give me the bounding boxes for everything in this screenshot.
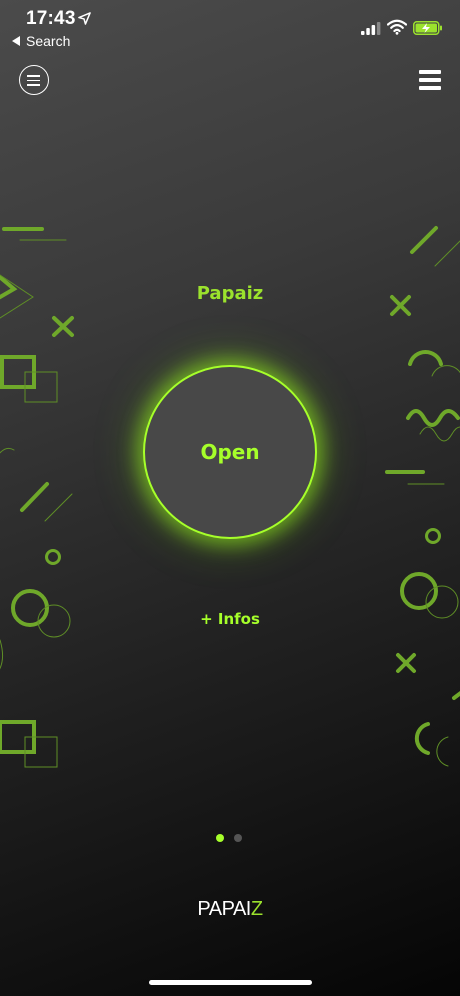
status-time: 17:43 xyxy=(26,8,76,29)
wifi-icon xyxy=(387,19,407,35)
page-dot-inactive[interactable] xyxy=(234,834,242,842)
back-link-label: Search xyxy=(26,33,71,49)
papaiz-logo: PAPAIZ xyxy=(0,898,460,921)
app-screen: 17:43 Search Papaiz Open + Infos PAPAIZ xyxy=(0,0,460,996)
battery-charging-icon xyxy=(413,21,442,35)
menu-circle-icon[interactable] xyxy=(19,65,49,95)
logo-text-accent: Z xyxy=(250,898,263,920)
location-arrow-icon xyxy=(78,12,91,25)
page-indicator xyxy=(216,834,242,843)
status-bar: 17:43 Search xyxy=(0,0,460,56)
brand-title: Papaiz xyxy=(196,283,264,304)
open-button-label: Open xyxy=(200,440,260,464)
logo-text-main: PAPAI xyxy=(197,898,251,920)
hamburger-menu-icon[interactable] xyxy=(419,70,441,90)
back-to-search-link[interactable]: Search xyxy=(12,33,70,49)
back-triangle-icon xyxy=(12,36,20,46)
page-dot-active[interactable] xyxy=(216,834,224,842)
open-lock-button[interactable]: Open xyxy=(143,365,317,539)
cellular-signal-icon xyxy=(361,22,381,35)
home-indicator[interactable] xyxy=(149,980,312,985)
more-infos-link[interactable]: + Infos xyxy=(0,610,460,628)
